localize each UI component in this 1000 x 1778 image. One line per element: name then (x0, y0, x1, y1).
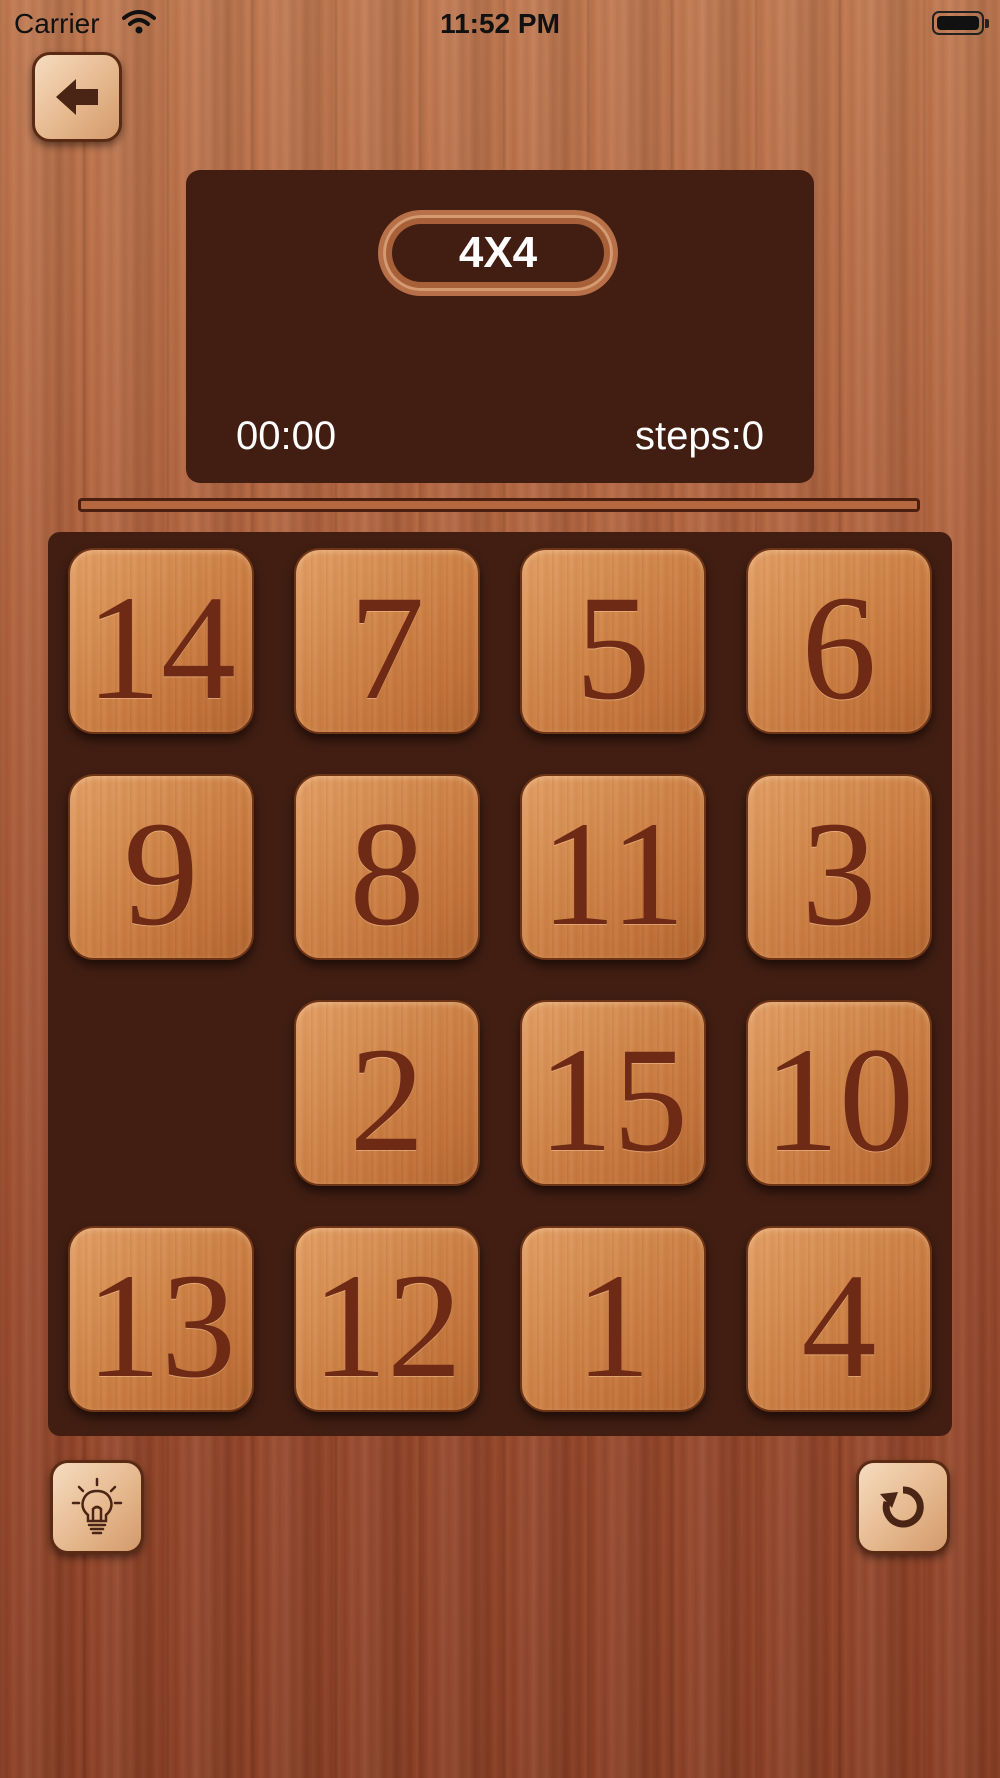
puzzle-tile[interactable]: 8 (294, 774, 480, 960)
arrow-left-icon (56, 79, 98, 115)
reset-icon (880, 1486, 924, 1528)
timer: 00:00 (236, 414, 337, 458)
status-time: 11:52 PM (440, 8, 560, 39)
lightbulb-icon (71, 1477, 123, 1535)
puzzle-tile[interactable]: 12 (294, 1226, 480, 1412)
puzzle-tile[interactable]: 2 (294, 1000, 480, 1186)
puzzle-tile[interactable]: 3 (746, 774, 932, 960)
info-panel: 4X4 00:00 steps:0 (186, 170, 814, 483)
puzzle-tile[interactable]: 9 (68, 774, 254, 960)
mode-badge: 4X4 (378, 210, 618, 296)
puzzle-tile[interactable]: 4 (746, 1226, 932, 1412)
hint-button[interactable] (50, 1460, 144, 1554)
puzzle-tile[interactable]: 15 (520, 1000, 706, 1186)
back-button[interactable] (32, 52, 122, 142)
divider (78, 498, 920, 512)
reset-button[interactable] (856, 1460, 950, 1554)
puzzle-tile[interactable]: 1 (520, 1226, 706, 1412)
steps-counter: steps:0 (635, 414, 764, 458)
puzzle-tile[interactable]: 10 (746, 1000, 932, 1186)
puzzle-tile[interactable]: 13 (68, 1226, 254, 1412)
puzzle-tile[interactable]: 7 (294, 548, 480, 734)
puzzle-tile[interactable]: 11 (520, 774, 706, 960)
status-bar: Carrier 11:52 PM (0, 0, 1000, 50)
puzzle-board: 14 7 5 6 9 8 11 3 2 15 10 13 12 1 4 (48, 532, 952, 1436)
battery-icon (932, 11, 989, 35)
mode-label: 4X4 (392, 224, 604, 282)
puzzle-tile[interactable]: 14 (68, 548, 254, 734)
puzzle-tile[interactable]: 6 (746, 548, 932, 734)
puzzle-tile[interactable]: 5 (520, 548, 706, 734)
